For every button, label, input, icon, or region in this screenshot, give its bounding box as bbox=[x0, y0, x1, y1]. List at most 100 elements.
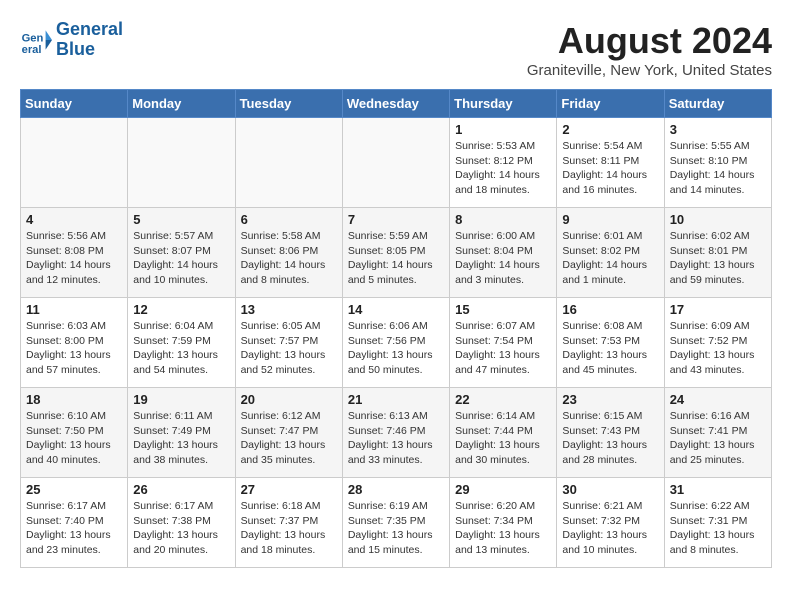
day-number: 27 bbox=[241, 482, 337, 497]
calendar-cell: 11 Sunrise: 6:03 AM Sunset: 8:00 PM Dayli… bbox=[21, 298, 128, 388]
day-number: 3 bbox=[670, 122, 766, 137]
day-info: Sunrise: 6:21 AM Sunset: 7:32 PM Dayligh… bbox=[562, 499, 658, 558]
calendar-cell: 23Sunrise: 6:15 AM Sunset: 7:43 PM Dayli… bbox=[557, 388, 664, 478]
svg-text:eral: eral bbox=[22, 44, 42, 56]
weekday-header-tuesday: Tuesday bbox=[235, 90, 342, 118]
calendar-cell: 20Sunrise: 6:12 AM Sunset: 7:47 PM Dayli… bbox=[235, 388, 342, 478]
day-info: Sunrise: 6:00 AM Sunset: 8:04 PM Dayligh… bbox=[455, 229, 551, 288]
weekday-header-monday: Monday bbox=[128, 90, 235, 118]
day-number: 19 bbox=[133, 392, 229, 407]
calendar-cell bbox=[21, 118, 128, 208]
calendar-cell: 31 Sunrise: 6:22 AM Sunset: 7:31 PM Dayli… bbox=[664, 478, 771, 568]
day-info: Sunrise: 6:05 AM Sunset: 7:57 PM Dayligh… bbox=[241, 319, 337, 378]
weekday-header-thursday: Thursday bbox=[450, 90, 557, 118]
calendar-cell: 24Sunrise: 6:16 AM Sunset: 7:41 PM Dayli… bbox=[664, 388, 771, 478]
day-number: 13 bbox=[241, 302, 337, 317]
day-info: Sunrise: 6:02 AM Sunset: 8:01 PM Dayligh… bbox=[670, 229, 766, 288]
weekday-header-row: SundayMondayTuesdayWednesdayThursdayFrid… bbox=[21, 90, 772, 118]
day-info: Sunrise: 5:53 AM Sunset: 8:12 PM Dayligh… bbox=[455, 139, 551, 198]
day-info: Sunrise: 6:01 AM Sunset: 8:02 PM Dayligh… bbox=[562, 229, 658, 288]
day-number: 12 bbox=[133, 302, 229, 317]
day-number: 26 bbox=[133, 482, 229, 497]
day-info: Sunrise: 6:22 AM Sunset: 7:31 PM Dayligh… bbox=[670, 499, 766, 558]
day-info: Sunrise: 6:15 AM Sunset: 7:43 PM Dayligh… bbox=[562, 409, 658, 468]
location-subtitle: Graniteville, New York, United States bbox=[527, 62, 772, 79]
calendar-cell: 12 Sunrise: 6:04 AM Sunset: 7:59 PM Dayli… bbox=[128, 298, 235, 388]
calendar-cell: 14 Sunrise: 6:06 AM Sunset: 7:56 PM Dayli… bbox=[342, 298, 449, 388]
day-info: Sunrise: 5:54 AM Sunset: 8:11 PM Dayligh… bbox=[562, 139, 658, 198]
weekday-header-saturday: Saturday bbox=[664, 90, 771, 118]
day-number: 21 bbox=[348, 392, 444, 407]
calendar-cell: 10Sunrise: 6:02 AM Sunset: 8:01 PM Dayli… bbox=[664, 208, 771, 298]
day-number: 25 bbox=[26, 482, 122, 497]
day-number: 2 bbox=[562, 122, 658, 137]
calendar-cell: 16Sunrise: 6:08 AM Sunset: 7:53 PM Dayli… bbox=[557, 298, 664, 388]
day-number: 18 bbox=[26, 392, 122, 407]
day-number: 9 bbox=[562, 212, 658, 227]
logo-line2: Blue bbox=[56, 40, 123, 60]
day-number: 5 bbox=[133, 212, 229, 227]
day-number: 15 bbox=[455, 302, 551, 317]
calendar-cell: 7 Sunrise: 5:59 AM Sunset: 8:05 PM Daylig… bbox=[342, 208, 449, 298]
weekday-header-wednesday: Wednesday bbox=[342, 90, 449, 118]
day-info: Sunrise: 6:07 AM Sunset: 7:54 PM Dayligh… bbox=[455, 319, 551, 378]
day-info: Sunrise: 6:10 AM Sunset: 7:50 PM Dayligh… bbox=[26, 409, 122, 468]
calendar-cell: 29Sunrise: 6:20 AM Sunset: 7:34 PM Dayli… bbox=[450, 478, 557, 568]
day-number: 17 bbox=[670, 302, 766, 317]
calendar-cell: 13 Sunrise: 6:05 AM Sunset: 7:57 PM Dayli… bbox=[235, 298, 342, 388]
day-info: Sunrise: 6:04 AM Sunset: 7:59 PM Dayligh… bbox=[133, 319, 229, 378]
calendar-cell: 28 Sunrise: 6:19 AM Sunset: 7:35 PM Dayli… bbox=[342, 478, 449, 568]
calendar-cell: 4 Sunrise: 5:56 AM Sunset: 8:08 PM Daylig… bbox=[21, 208, 128, 298]
weekday-header-sunday: Sunday bbox=[21, 90, 128, 118]
day-number: 11 bbox=[26, 302, 122, 317]
logo: Gen eral General Blue bbox=[20, 20, 123, 60]
day-info: Sunrise: 5:56 AM Sunset: 8:08 PM Dayligh… bbox=[26, 229, 122, 288]
day-info: Sunrise: 5:59 AM Sunset: 8:05 PM Dayligh… bbox=[348, 229, 444, 288]
calendar-table: SundayMondayTuesdayWednesdayThursdayFrid… bbox=[20, 89, 772, 568]
day-info: Sunrise: 5:57 AM Sunset: 8:07 PM Dayligh… bbox=[133, 229, 229, 288]
weekday-header-friday: Friday bbox=[557, 90, 664, 118]
day-info: Sunrise: 6:13 AM Sunset: 7:46 PM Dayligh… bbox=[348, 409, 444, 468]
day-info: Sunrise: 6:12 AM Sunset: 7:47 PM Dayligh… bbox=[241, 409, 337, 468]
logo-line1: General bbox=[56, 20, 123, 40]
day-info: Sunrise: 6:18 AM Sunset: 7:37 PM Dayligh… bbox=[241, 499, 337, 558]
title-block: August 2024 Graniteville, New York, Unit… bbox=[527, 20, 772, 79]
day-info: Sunrise: 6:17 AM Sunset: 7:40 PM Dayligh… bbox=[26, 499, 122, 558]
day-info: Sunrise: 6:17 AM Sunset: 7:38 PM Dayligh… bbox=[133, 499, 229, 558]
day-info: Sunrise: 6:19 AM Sunset: 7:35 PM Dayligh… bbox=[348, 499, 444, 558]
day-number: 14 bbox=[348, 302, 444, 317]
calendar-cell: 8 Sunrise: 6:00 AM Sunset: 8:04 PM Daylig… bbox=[450, 208, 557, 298]
day-number: 4 bbox=[26, 212, 122, 227]
day-info: Sunrise: 5:55 AM Sunset: 8:10 PM Dayligh… bbox=[670, 139, 766, 198]
page-header: Gen eral General Blue August 2024 Granit… bbox=[20, 20, 772, 79]
calendar-week-3: 11 Sunrise: 6:03 AM Sunset: 8:00 PM Dayli… bbox=[21, 298, 772, 388]
day-info: Sunrise: 6:03 AM Sunset: 8:00 PM Dayligh… bbox=[26, 319, 122, 378]
calendar-cell: 27 Sunrise: 6:18 AM Sunset: 7:37 PM Dayli… bbox=[235, 478, 342, 568]
calendar-cell: 25 Sunrise: 6:17 AM Sunset: 7:40 PM Dayli… bbox=[21, 478, 128, 568]
day-number: 22 bbox=[455, 392, 551, 407]
day-info: Sunrise: 6:11 AM Sunset: 7:49 PM Dayligh… bbox=[133, 409, 229, 468]
calendar-cell: 26 Sunrise: 6:17 AM Sunset: 7:38 PM Dayli… bbox=[128, 478, 235, 568]
calendar-week-4: 18 Sunrise: 6:10 AM Sunset: 7:50 PM Dayli… bbox=[21, 388, 772, 478]
calendar-cell: 30 Sunrise: 6:21 AM Sunset: 7:32 PM Dayli… bbox=[557, 478, 664, 568]
calendar-cell bbox=[342, 118, 449, 208]
calendar-cell: 1Sunrise: 5:53 AM Sunset: 8:12 PM Daylig… bbox=[450, 118, 557, 208]
calendar-cell: 17Sunrise: 6:09 AM Sunset: 7:52 PM Dayli… bbox=[664, 298, 771, 388]
day-number: 30 bbox=[562, 482, 658, 497]
day-number: 7 bbox=[348, 212, 444, 227]
calendar-cell: 5 Sunrise: 5:57 AM Sunset: 8:07 PM Daylig… bbox=[128, 208, 235, 298]
day-info: Sunrise: 5:58 AM Sunset: 8:06 PM Dayligh… bbox=[241, 229, 337, 288]
calendar-cell: 18 Sunrise: 6:10 AM Sunset: 7:50 PM Dayli… bbox=[21, 388, 128, 478]
calendar-cell: 3 Sunrise: 5:55 AM Sunset: 8:10 PM Daylig… bbox=[664, 118, 771, 208]
day-number: 8 bbox=[455, 212, 551, 227]
day-number: 24 bbox=[670, 392, 766, 407]
month-title: August 2024 bbox=[527, 20, 772, 62]
day-number: 29 bbox=[455, 482, 551, 497]
day-number: 6 bbox=[241, 212, 337, 227]
calendar-cell: 6 Sunrise: 5:58 AM Sunset: 8:06 PM Daylig… bbox=[235, 208, 342, 298]
logo-icon: Gen eral bbox=[20, 24, 52, 56]
day-number: 31 bbox=[670, 482, 766, 497]
day-number: 28 bbox=[348, 482, 444, 497]
calendar-cell: 22Sunrise: 6:14 AM Sunset: 7:44 PM Dayli… bbox=[450, 388, 557, 478]
day-info: Sunrise: 6:06 AM Sunset: 7:56 PM Dayligh… bbox=[348, 319, 444, 378]
